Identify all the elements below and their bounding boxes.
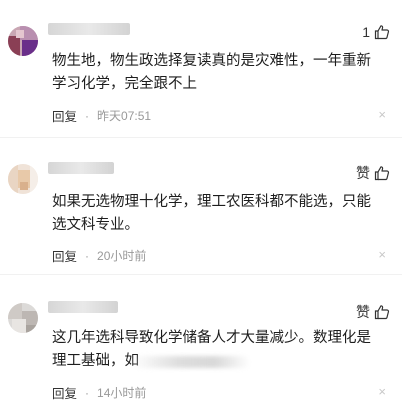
avatar[interactable] [8, 164, 38, 194]
like-count: 1 [362, 24, 370, 40]
blurred-text-overlay [132, 356, 250, 368]
close-icon[interactable]: × [378, 384, 386, 399]
like-button[interactable]: 赞 [356, 302, 390, 322]
comment-item: 赞 这几年选科导致化学储备人才大量减少。数理化是理工基础，如 回复 · 14小时… [0, 274, 402, 414]
username[interactable] [48, 23, 130, 35]
comment-text: 如果无选物理十化学，理工农医科都不能选，只能选文科专业。 [52, 194, 371, 233]
reply-button[interactable]: 回复 [52, 246, 77, 265]
thumbs-up-icon [374, 304, 390, 320]
thumbs-up-icon [374, 24, 390, 40]
comment-time: 14小时前 [97, 386, 147, 400]
username[interactable] [48, 162, 114, 174]
thumbs-up-icon [374, 165, 390, 181]
reply-button[interactable]: 回复 [52, 383, 77, 402]
comment-time: 20小时前 [97, 249, 147, 263]
comment-item: 1 物生地，物生政选择复读真的是灾难性，一年重新学习化学，完全跟不上 回复 · … [0, 0, 402, 137]
like-label: 赞 [356, 304, 370, 320]
comment-item: 赞 如果无选物理十化学，理工农医科都不能选，只能选文科专业。 回复 · 20小时… [0, 137, 402, 274]
comment-time: 昨天07:51 [97, 109, 152, 123]
close-icon[interactable]: × [378, 107, 386, 122]
comment-meta: 回复 · 20小时前 [52, 246, 146, 265]
like-button[interactable]: 赞 [356, 163, 390, 183]
avatar[interactable] [8, 303, 38, 333]
avatar[interactable] [8, 26, 38, 56]
username[interactable] [48, 301, 118, 313]
dot-separator: · [85, 248, 90, 263]
comment-meta: 回复 · 14小时前 [52, 383, 146, 402]
close-icon[interactable]: × [378, 247, 386, 262]
like-label: 赞 [356, 165, 370, 181]
like-button[interactable]: 1 [362, 24, 390, 40]
dot-separator: · [85, 385, 90, 400]
comment-meta: 回复 · 昨天07:51 [52, 106, 151, 125]
dot-separator: · [85, 108, 90, 123]
reply-button[interactable]: 回复 [52, 106, 77, 125]
comment-text: 物生地，物生政选择复读真的是灾难性，一年重新学习化学，完全跟不上 [52, 53, 371, 92]
